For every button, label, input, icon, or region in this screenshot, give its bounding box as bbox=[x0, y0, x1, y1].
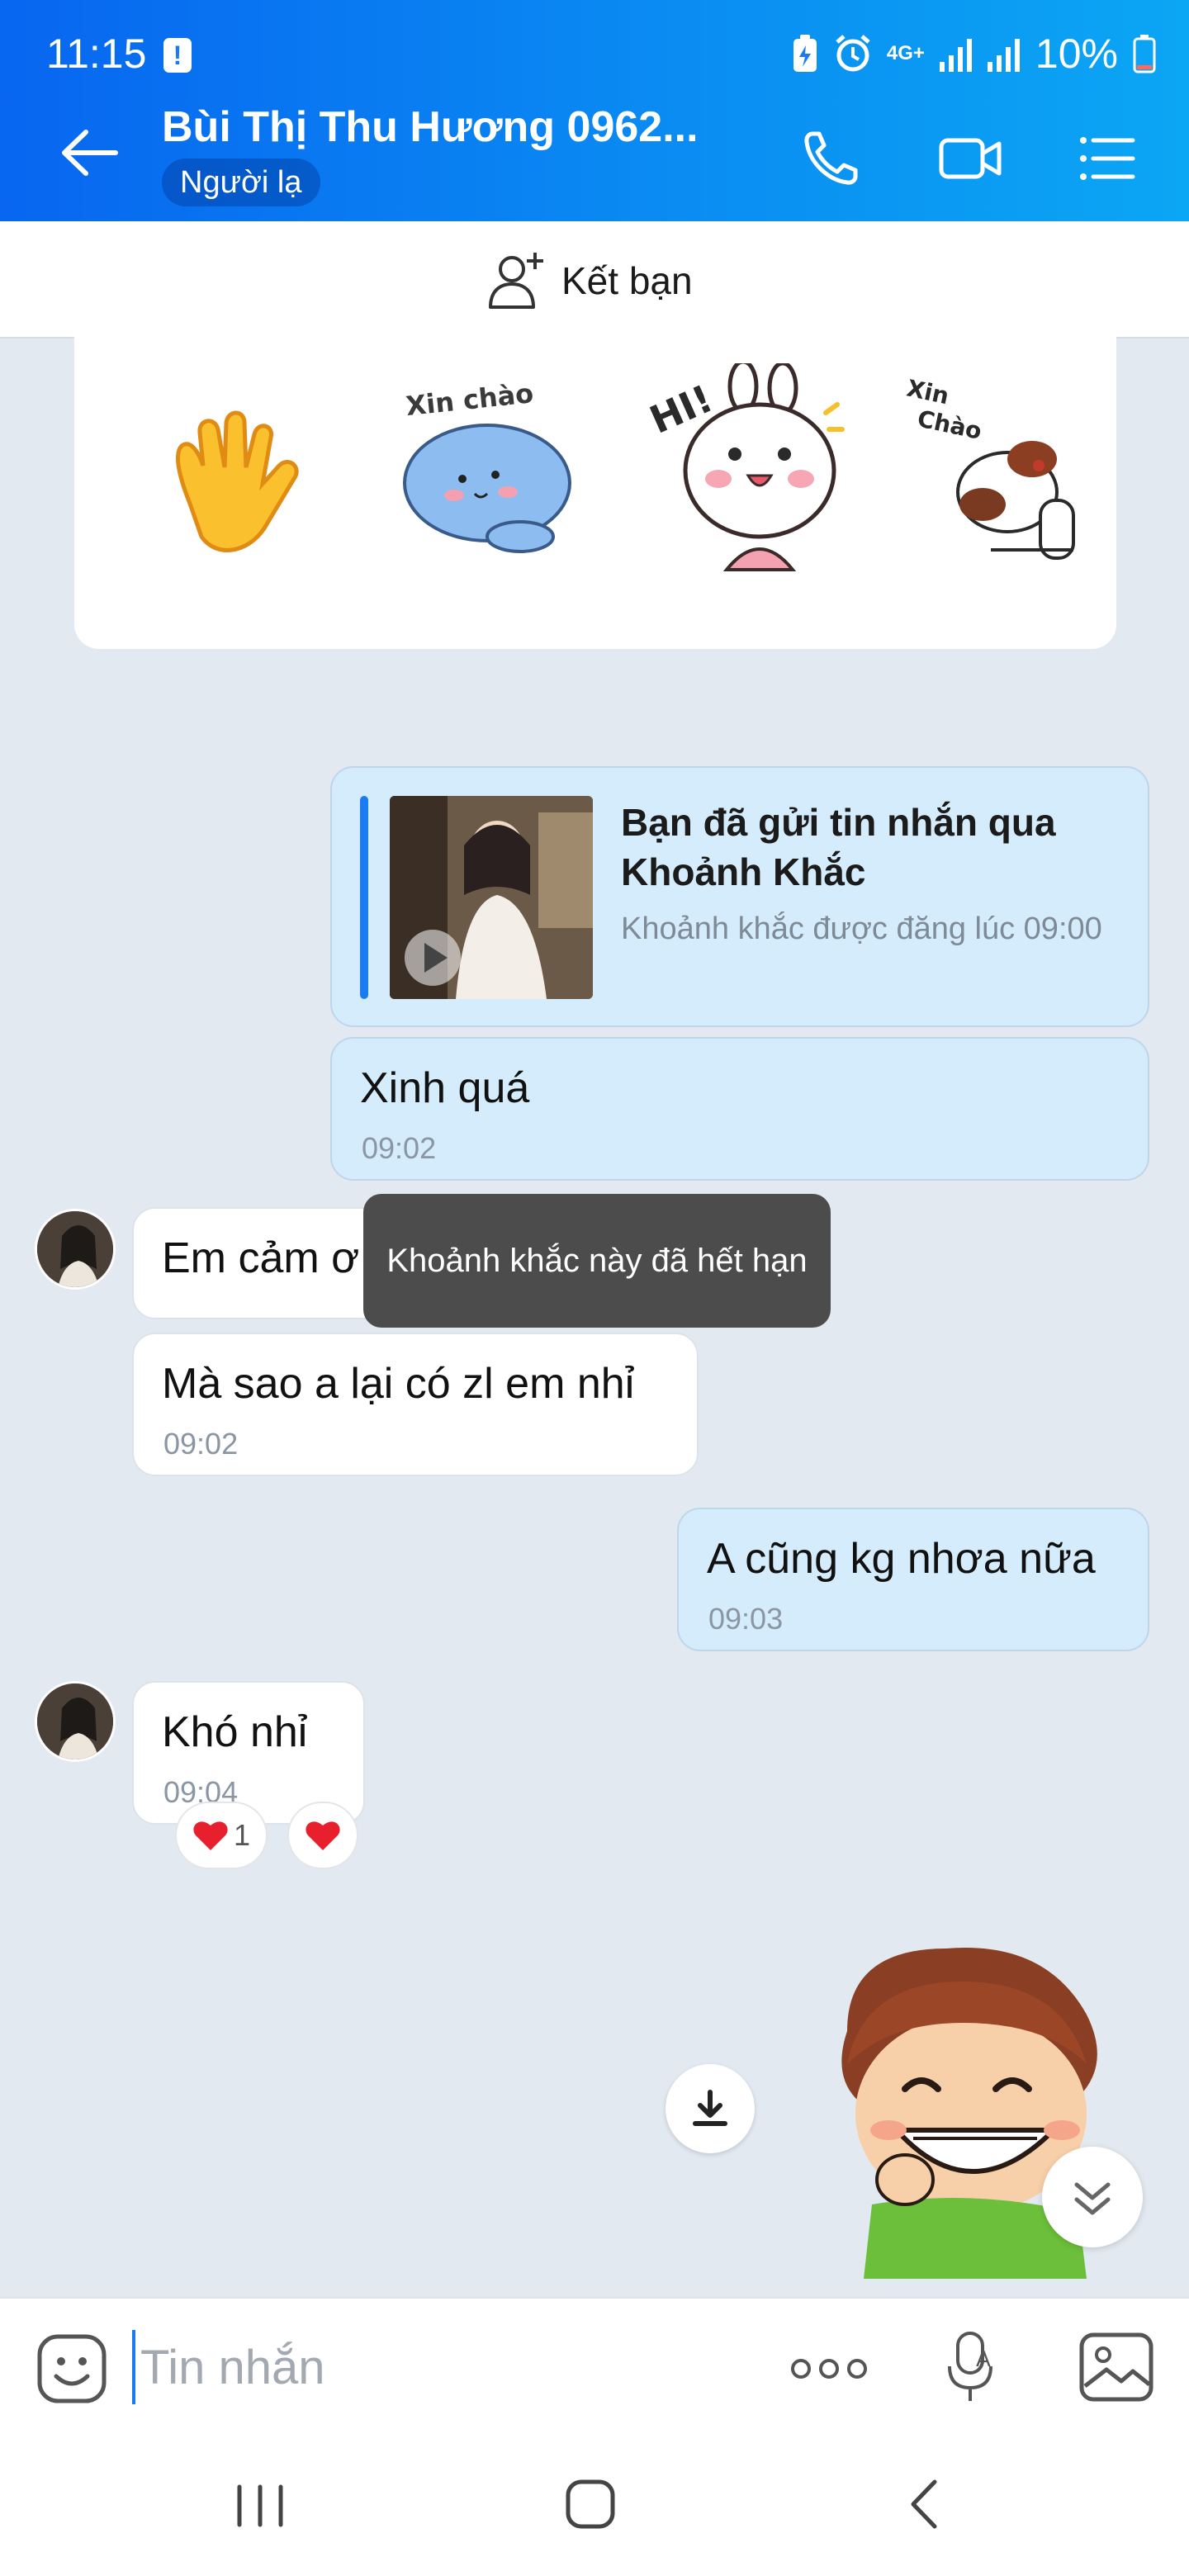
message-time: 09:02 bbox=[163, 1427, 239, 1461]
svg-text:A: A bbox=[976, 2347, 991, 2372]
message-bubble-them[interactable]: Mà sao a lại có zl em nhỉ 09:02 bbox=[132, 1333, 699, 1476]
back-icon[interactable] bbox=[903, 2475, 945, 2533]
battery-saver-icon bbox=[793, 35, 817, 72]
message-bubble-me[interactable]: Xinh quá 09:02 bbox=[330, 1037, 1149, 1181]
signal-icon bbox=[939, 39, 972, 72]
network-type-label: 4G+ bbox=[886, 42, 925, 64]
moment-title: Bạn đã gửi tin nhắn qua Khoảnh Khắc bbox=[621, 801, 1056, 893]
xin-chao-dog-sticker[interactable]: Xin Chào bbox=[900, 368, 1106, 575]
message-text: Xinh quá bbox=[360, 1064, 530, 1112]
image-gallery-icon[interactable] bbox=[1078, 2332, 1154, 2403]
heart-icon bbox=[193, 1821, 228, 1850]
app-bar: Bùi Thị Thu Hương 0962... Người lạ bbox=[0, 83, 1189, 221]
system-nav-bar bbox=[0, 2437, 1189, 2576]
recent-apps-icon[interactable] bbox=[233, 2477, 287, 2535]
add-friend-label: Kết bạn bbox=[561, 259, 693, 302]
svg-text:Xin chào: Xin chào bbox=[405, 377, 535, 422]
moment-subtitle: Khoảnh khắc được đăng lúc 09:00 bbox=[621, 912, 1102, 946]
download-icon bbox=[693, 2090, 727, 2126]
status-icons: 4G+ 10% bbox=[791, 30, 1156, 78]
svg-text:Chào: Chào bbox=[915, 405, 984, 445]
message-time: 09:02 bbox=[362, 1131, 437, 1165]
contact-name[interactable]: Bùi Thị Thu Hương 0962... bbox=[162, 102, 699, 152]
status-time: 11:15 bbox=[46, 31, 147, 77]
xin-chao-cat-sticker[interactable]: Xin chào bbox=[396, 372, 586, 561]
message-text: Mà sao a lại có zl em nhỉ bbox=[162, 1360, 635, 1408]
message-input[interactable] bbox=[132, 2330, 760, 2404]
reaction-count: 1 bbox=[233, 1818, 251, 1852]
video-call-icon[interactable] bbox=[938, 132, 1004, 185]
scroll-to-bottom-button[interactable] bbox=[1042, 2147, 1143, 2247]
contact-avatar[interactable] bbox=[35, 1209, 116, 1290]
message-bubble-me[interactable]: A cũng kg nhơa nữa 09:03 bbox=[677, 1508, 1149, 1651]
battery-icon bbox=[1133, 35, 1156, 73]
status-bar: 11:15 ! 4G+ 10% bbox=[0, 0, 1189, 83]
message-text: Em cảm ơ bbox=[162, 1234, 360, 1282]
message-composer: A bbox=[0, 2297, 1189, 2437]
phone-icon[interactable] bbox=[801, 129, 860, 188]
notification-alert-icon: ! bbox=[163, 38, 192, 73]
back-arrow-icon[interactable] bbox=[56, 124, 122, 182]
react-heart-button[interactable] bbox=[287, 1802, 358, 1869]
message-text: Khó nhỉ bbox=[162, 1708, 308, 1756]
svg-text:Xin: Xin bbox=[904, 374, 951, 410]
download-button[interactable] bbox=[666, 2064, 755, 2153]
stranger-badge: Người lạ bbox=[162, 159, 320, 206]
sticker-suggestions-card: Xin chào HI! Xin Chào bbox=[74, 314, 1116, 649]
expired-moment-toast: Khoảnh khắc này đã hết hạn bbox=[363, 1194, 831, 1328]
header: 11:15 ! 4G+ 10% Bùi Thị Thu Hương 0962..… bbox=[0, 0, 1189, 221]
moment-message-bubble[interactable]: Bạn đã gửi tin nhắn qua Khoảnh Khắc Khoả… bbox=[330, 766, 1149, 1027]
add-friend-icon bbox=[489, 253, 543, 309]
moment-thumbnail[interactable] bbox=[390, 796, 593, 999]
moment-accent-bar bbox=[360, 796, 368, 999]
message-text: A cũng kg nhơa nữa bbox=[707, 1535, 1096, 1583]
add-friend-button[interactable]: Kết bạn bbox=[487, 251, 693, 310]
battery-percent: 10% bbox=[1035, 31, 1118, 77]
contact-avatar[interactable] bbox=[35, 1681, 116, 1762]
alarm-icon bbox=[836, 35, 870, 72]
voice-to-text-icon[interactable]: A bbox=[946, 2330, 1001, 2404]
double-chevron-down-icon bbox=[1074, 2182, 1111, 2215]
menu-list-icon[interactable] bbox=[1078, 134, 1136, 183]
signal-icon-2 bbox=[987, 39, 1020, 72]
heart-icon bbox=[306, 1821, 340, 1850]
emoji-icon[interactable] bbox=[36, 2333, 107, 2404]
more-options-icon[interactable] bbox=[789, 2348, 869, 2389]
reaction-summary[interactable]: 1 bbox=[175, 1802, 268, 1869]
hi-bunny-sticker[interactable]: HI! bbox=[643, 359, 850, 578]
message-time: 09:03 bbox=[708, 1602, 784, 1636]
waving-hand-sticker[interactable] bbox=[157, 405, 310, 566]
home-icon[interactable] bbox=[561, 2475, 619, 2533]
